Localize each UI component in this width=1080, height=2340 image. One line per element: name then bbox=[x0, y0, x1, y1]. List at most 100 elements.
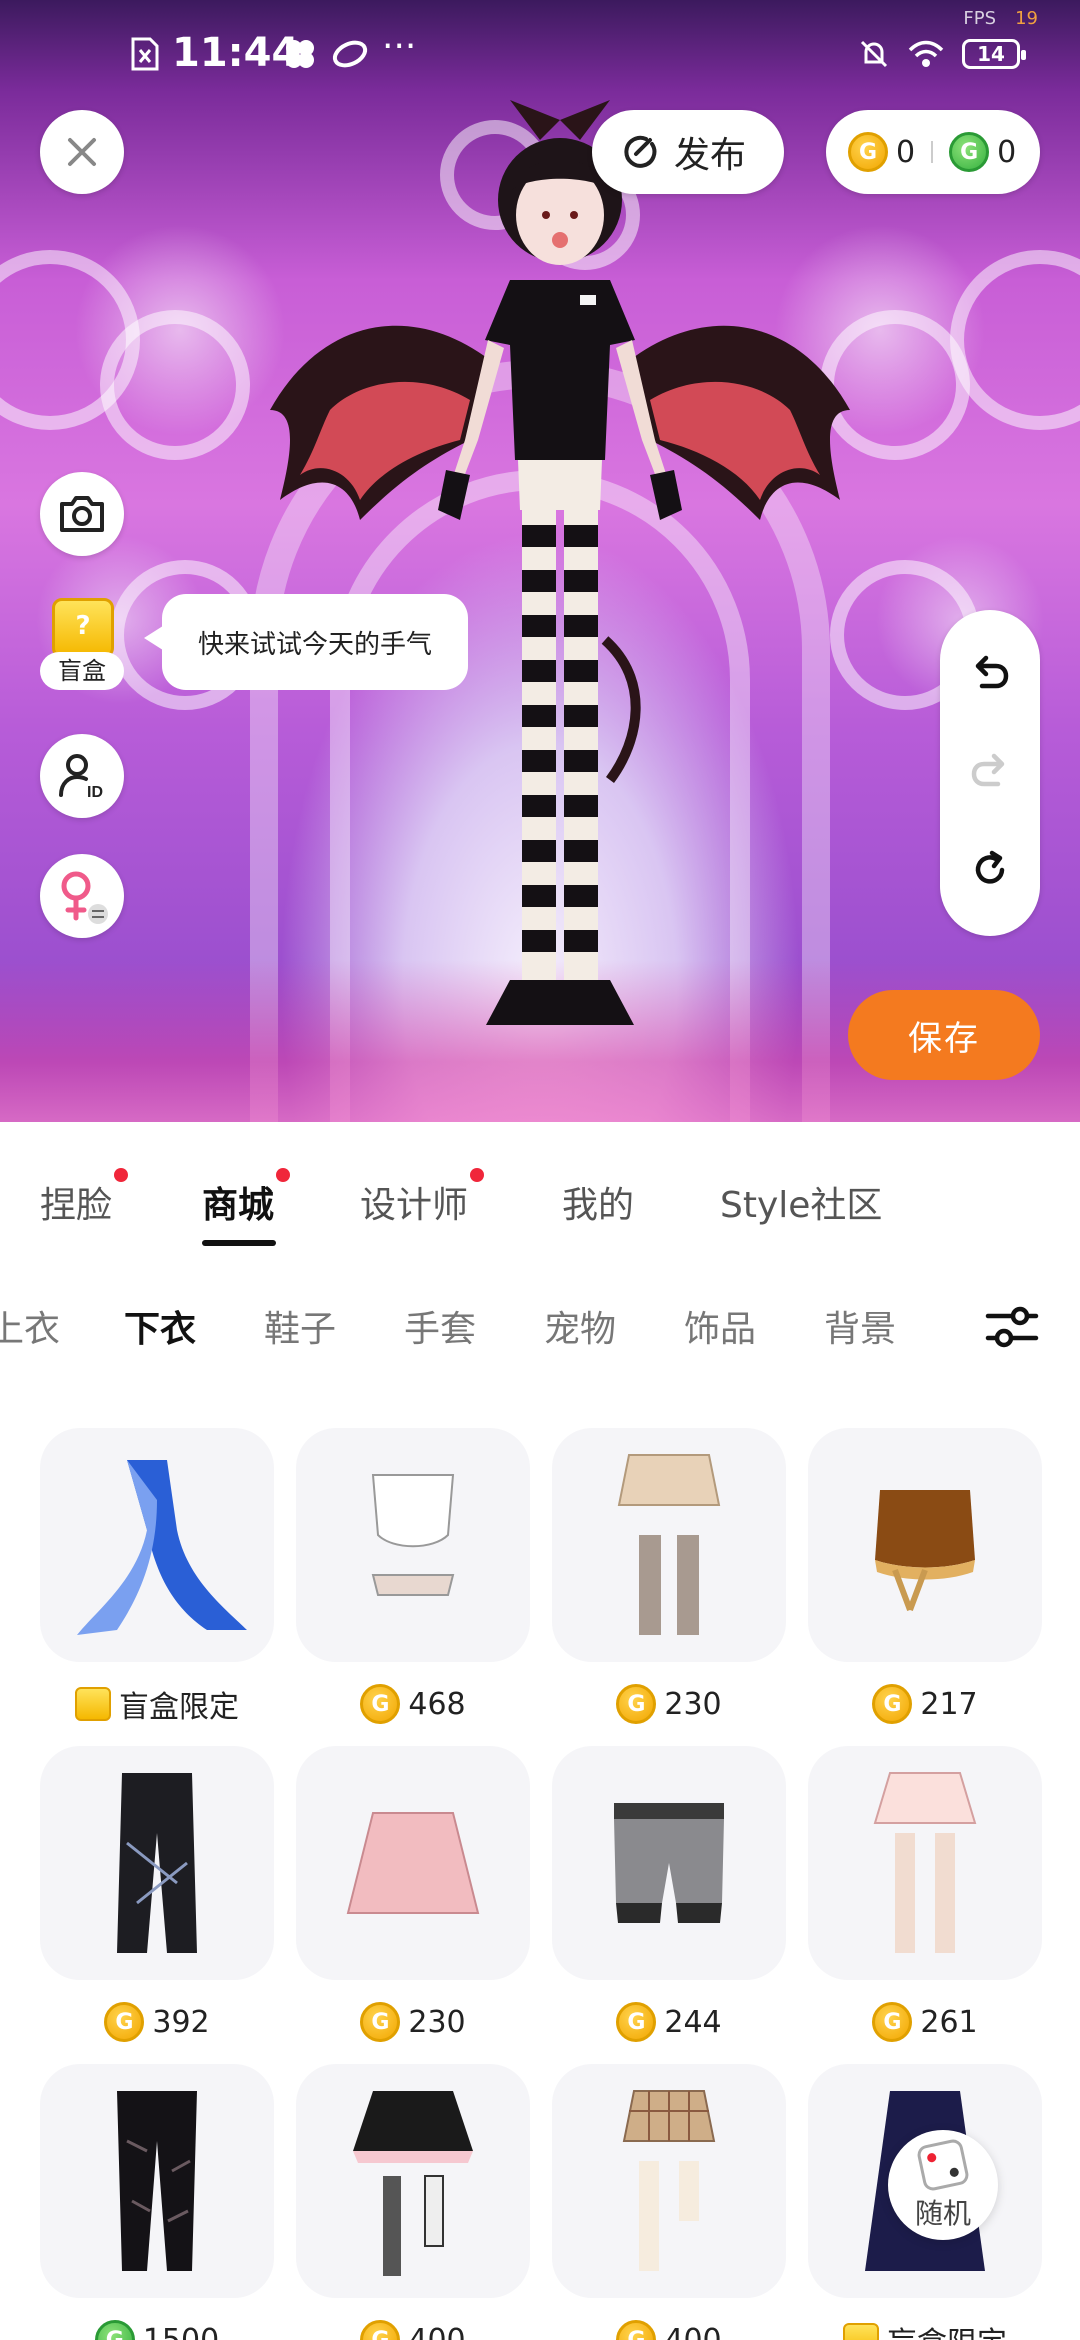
avatar-scene: 11:44 ··· FPS 19 14 发布 G 0 G 0 ? 盲盒 快来试试… bbox=[0, 0, 1080, 1122]
price-text: 400 bbox=[408, 2322, 466, 2340]
gold-coin-icon: G bbox=[360, 2002, 401, 2042]
item-card[interactable]: G 468 bbox=[296, 1428, 530, 1728]
item-card[interactable]: G 1500 bbox=[40, 2064, 274, 2340]
tab-shop[interactable]: 商城 bbox=[202, 1168, 291, 1228]
plaid-skirt-socks-image bbox=[622, 2090, 716, 2271]
item-price: 盲盒限定 bbox=[808, 2320, 1042, 2340]
item-price: G 468 bbox=[296, 1684, 530, 1724]
blind-box-button[interactable]: ? 盲盒 bbox=[40, 598, 124, 696]
pink-skirt-image bbox=[346, 1812, 480, 1914]
divider bbox=[931, 141, 934, 163]
tab-face[interactable]: 捏脸 bbox=[40, 1168, 129, 1228]
blind-box-label: 盲盒 bbox=[40, 652, 124, 690]
item-thumbnail bbox=[552, 2064, 786, 2298]
black-cargo-pants-image bbox=[117, 1773, 197, 1953]
price-text: 400 bbox=[664, 2322, 722, 2340]
gender-switch-button[interactable] bbox=[40, 854, 124, 938]
item-card[interactable]: G 230 bbox=[552, 1428, 786, 1728]
green-balance: 0 bbox=[997, 134, 1017, 170]
tooltip-text: 快来试试今天的手气 bbox=[197, 629, 432, 660]
gold-coin-icon: G bbox=[360, 1684, 401, 1724]
blue-tail-skirt-image bbox=[77, 1460, 247, 1635]
filter-icon[interactable] bbox=[984, 1302, 1040, 1352]
publish-label: 发布 bbox=[674, 135, 747, 176]
ruffle-skirt-stockings-image bbox=[353, 2091, 473, 2276]
item-card[interactable]: G 261 bbox=[808, 1746, 1042, 2046]
redo-button[interactable] bbox=[962, 744, 1018, 800]
tab-label: 捏脸 bbox=[40, 1185, 113, 1226]
history-panel bbox=[940, 610, 1040, 936]
category-tops[interactable]: 上衣 bbox=[0, 1300, 60, 1352]
random-button[interactable]: 随机 bbox=[888, 2130, 998, 2240]
green-coin-icon: G bbox=[94, 2320, 135, 2340]
price-text: 1500 bbox=[142, 2322, 220, 2340]
white-shorts-garter-image bbox=[371, 1474, 455, 1596]
camera-icon bbox=[60, 496, 104, 532]
sim-icon bbox=[131, 37, 159, 71]
category-shoes[interactable]: 鞋子 bbox=[264, 1300, 336, 1352]
gold-coin-icon: G bbox=[616, 2002, 657, 2042]
item-card[interactable]: G 400 bbox=[552, 2064, 786, 2340]
price-text: 468 bbox=[408, 1686, 466, 1722]
brown-bloomers-image bbox=[875, 1490, 975, 1612]
stage-light bbox=[950, 250, 1080, 430]
refresh-icon bbox=[975, 850, 1005, 884]
item-price: G 400 bbox=[296, 2320, 530, 2340]
gold-coin-icon: G bbox=[848, 132, 888, 172]
category-pets[interactable]: 宠物 bbox=[544, 1300, 616, 1352]
item-thumbnail bbox=[808, 1746, 1042, 1980]
category-background[interactable]: 背景 bbox=[824, 1300, 896, 1352]
tab-mine[interactable]: 我的 bbox=[562, 1176, 634, 1228]
stage-light bbox=[100, 310, 250, 460]
price-text: 盲盒限定 bbox=[119, 1690, 239, 1725]
save-button[interactable]: 保存 bbox=[848, 990, 1040, 1080]
item-card[interactable]: G 400 bbox=[296, 2064, 530, 2340]
item-card[interactable]: 盲盒限定 bbox=[40, 1428, 274, 1728]
item-price: G 261 bbox=[808, 2002, 1042, 2042]
close-button[interactable] bbox=[40, 110, 124, 194]
currency-balance[interactable]: G 0 G 0 bbox=[826, 110, 1040, 194]
main-tab-bar: 捏脸 商城 设计师 我的 Style社区 bbox=[0, 1122, 1080, 1262]
user-id-icon: ID bbox=[59, 754, 103, 801]
tab-style-community[interactable]: Style社区 bbox=[720, 1176, 882, 1228]
price-text: 261 bbox=[920, 2004, 978, 2040]
undo-icon bbox=[975, 655, 1009, 689]
tab-label: Style社区 bbox=[720, 1185, 883, 1226]
wifi-icon bbox=[908, 40, 944, 67]
gold-coin-icon: G bbox=[616, 1684, 657, 1724]
tab-designer[interactable]: 设计师 bbox=[360, 1168, 485, 1228]
notification-dot bbox=[114, 1168, 129, 1182]
publish-button[interactable]: 发布 bbox=[592, 110, 784, 194]
item-price: G 244 bbox=[552, 2002, 786, 2042]
category-tab-bar: 上衣 下衣 鞋子 手套 宠物 饰品 背景 bbox=[0, 1264, 1080, 1388]
reset-button[interactable] bbox=[962, 842, 1018, 898]
category-accessories[interactable]: 饰品 bbox=[684, 1300, 756, 1352]
avatar-character[interactable] bbox=[260, 80, 860, 1080]
gold-balance: 0 bbox=[896, 134, 916, 170]
price-text: 盲盒限定 bbox=[887, 2318, 1007, 2340]
item-card[interactable]: G 244 bbox=[552, 1746, 786, 2046]
item-card[interactable]: G 392 bbox=[40, 1746, 274, 2046]
camera-button[interactable] bbox=[40, 472, 124, 556]
publish-icon bbox=[624, 135, 657, 168]
status-time: 11:44 bbox=[172, 30, 300, 76]
blind-box-tooltip: 快来试试今天的手气 bbox=[144, 594, 468, 690]
battery-icon: 14 bbox=[962, 39, 1026, 69]
item-price: G 230 bbox=[296, 2002, 530, 2042]
item-card[interactable]: G 217 bbox=[808, 1428, 1042, 1728]
gold-coin-icon: G bbox=[616, 2320, 657, 2340]
item-card[interactable]: G 230 bbox=[296, 1746, 530, 2046]
item-thumbnail bbox=[296, 2064, 530, 2298]
category-gloves[interactable]: 手套 bbox=[404, 1300, 476, 1352]
random-label: 随机 bbox=[914, 2197, 971, 2230]
svg-text:ID: ID bbox=[87, 784, 103, 801]
category-bottoms[interactable]: 下衣 bbox=[124, 1300, 196, 1352]
item-thumbnail bbox=[40, 1746, 274, 1980]
undo-button[interactable] bbox=[962, 646, 1018, 702]
avatar-id-button[interactable]: ID bbox=[40, 734, 124, 818]
close-icon bbox=[68, 138, 96, 166]
notification-dot bbox=[470, 1168, 485, 1182]
green-coin-icon: G bbox=[949, 132, 990, 172]
gold-coin-icon: G bbox=[872, 1684, 913, 1724]
notification-dot bbox=[276, 1168, 291, 1182]
